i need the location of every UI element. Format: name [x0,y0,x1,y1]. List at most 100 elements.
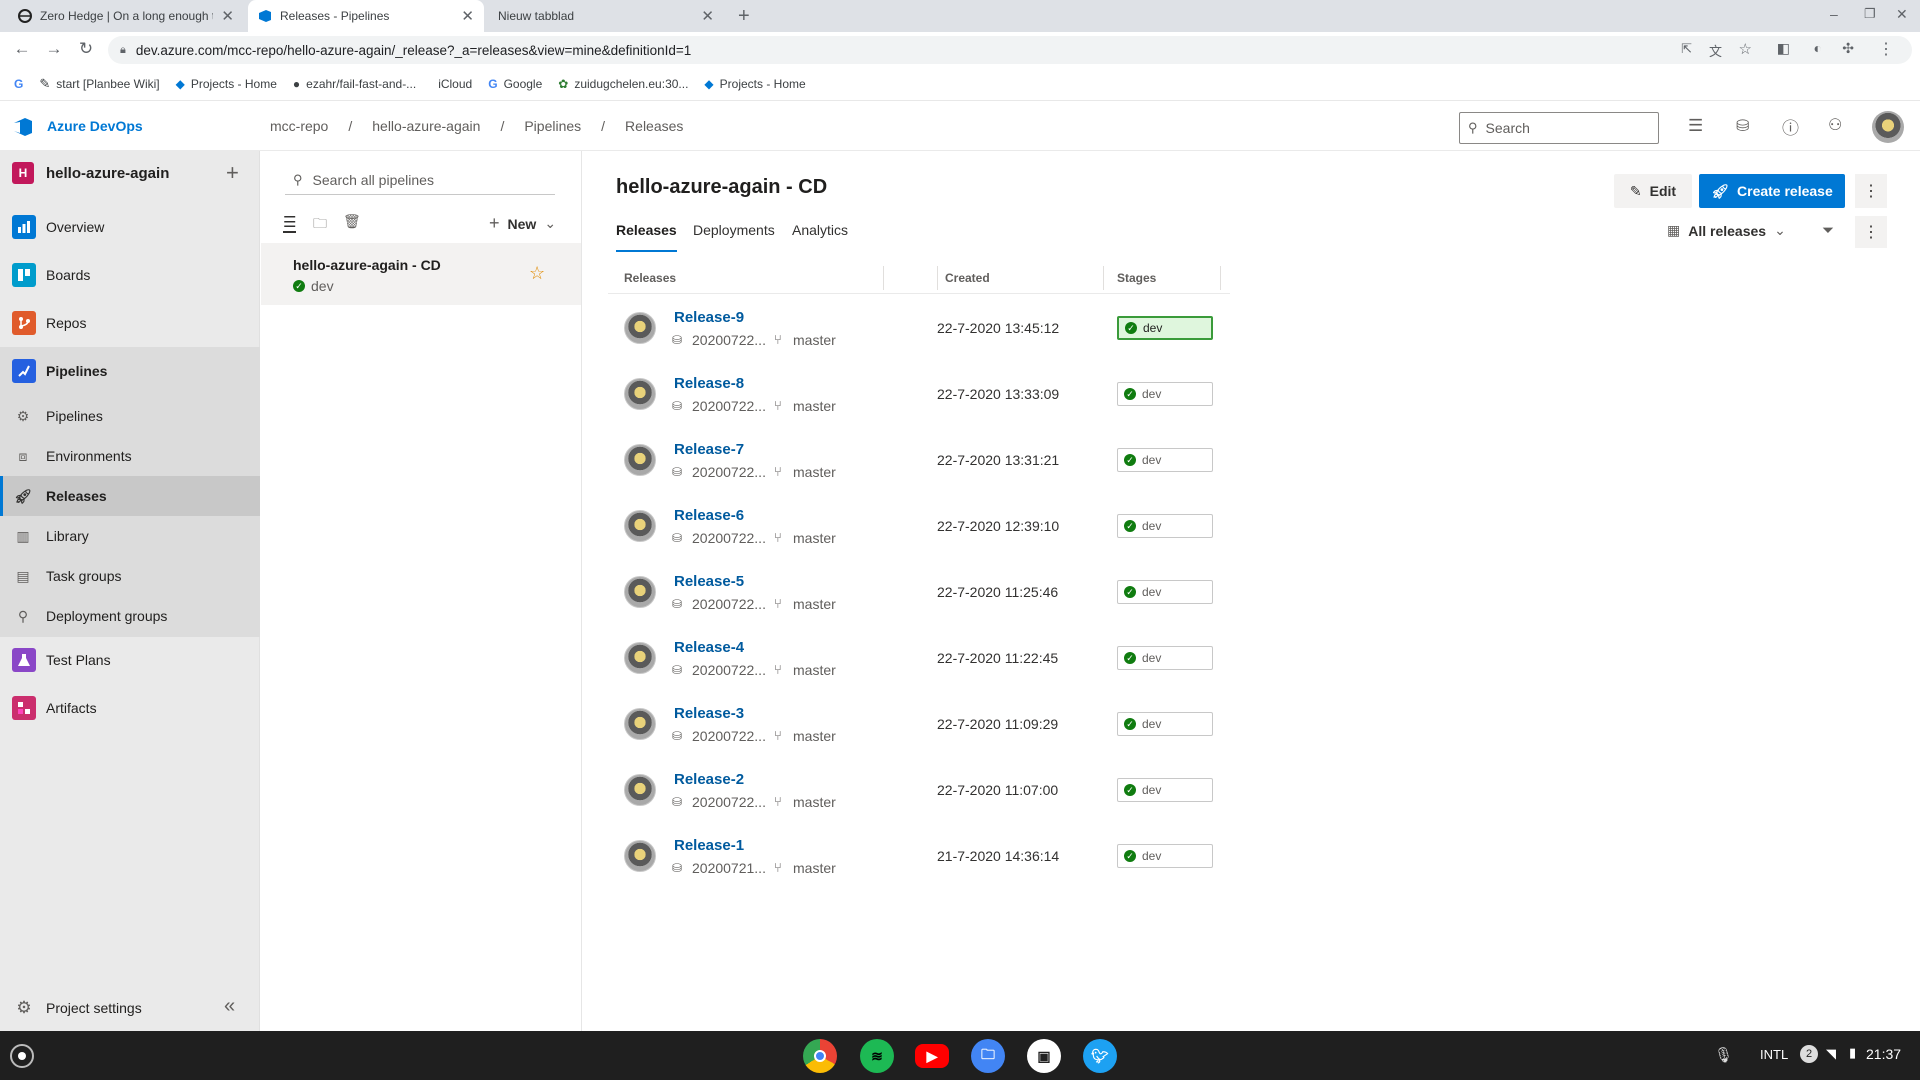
extension-icon[interactable]: ◧ [1777,40,1790,57]
stage-badge[interactable]: ✓ dev [1117,580,1213,604]
release-name-link[interactable]: Release-3 [674,705,744,722]
project-name[interactable]: hello-azure-again [46,165,169,182]
favorite-star-icon[interactable]: ☆ [529,263,545,284]
bookmark-item[interactable]: ● ezahr/fail-fast-and-... [293,77,416,91]
launcher-icon[interactable] [10,1044,34,1068]
collapse-sidebar-icon[interactable]: « [224,995,235,1018]
release-name-link[interactable]: Release-6 [674,507,744,524]
release-name-link[interactable]: Release-4 [674,639,744,656]
minimize-window-icon[interactable]: – [1830,6,1838,22]
translate-icon[interactable]: 文 [1709,41,1722,60]
browser-tab[interactable]: Zero Hedge | On a long enough t ✕ [8,0,244,32]
close-tab-icon[interactable]: ✕ [701,7,714,25]
pipeline-list-item[interactable]: hello-azure-again - CD ✓ dev ☆ [261,243,581,305]
sidebar-subitem-environments[interactable]: ⧈ Environments [0,436,260,476]
bookmark-item[interactable]: iCloud [432,77,472,91]
sidebar-item-overview[interactable]: Overview [0,207,260,247]
maximize-window-icon[interactable]: ❐ [1864,6,1876,22]
sidebar-subitem-deployment-groups[interactable]: ⚲ Deployment groups [0,596,260,636]
stage-badge[interactable]: ✓ dev [1117,778,1213,802]
forward-icon[interactable]: → [38,39,70,59]
breadcrumb-pipelines[interactable]: Pipelines [524,118,581,134]
stage-badge[interactable]: ✓ dev [1117,514,1213,538]
twitter-icon[interactable]: 🐦︎ [1083,1039,1117,1073]
bookmark-item[interactable]: ✿ zuidugchelen.eu:30... [558,77,688,91]
app-icon[interactable]: ▣ [1027,1039,1061,1073]
sidebar-subitem-library[interactable]: ▥ Library [0,516,260,556]
sidebar-item-pipelines[interactable]: Pipelines [0,351,260,391]
close-tab-icon[interactable]: ✕ [221,7,234,25]
breadcrumb-project[interactable]: hello-azure-again [372,118,480,134]
tab-deployments[interactable]: Deployments [693,222,775,238]
microphone-icon[interactable]: 🎙︎ [1714,1046,1733,1064]
close-tab-icon[interactable]: ✕ [461,7,474,25]
stage-badge[interactable]: ✓ dev [1117,844,1213,868]
help-icon[interactable]: ⓘ [1782,114,1799,139]
release-name-link[interactable]: Release-7 [674,441,744,458]
chrome-icon[interactable] [803,1039,837,1073]
sidebar-subitem-releases[interactable]: 🚀︎ Releases [0,476,260,516]
tab-releases[interactable]: Releases [616,222,677,252]
open-in-app-icon[interactable]: ⇱ [1681,41,1692,57]
close-window-icon[interactable]: ✕ [1896,6,1908,23]
bookmark-item[interactable]: ◆ Projects - Home [176,77,277,91]
bookmark-item[interactable]: ◆ Projects - Home [704,77,805,91]
stage-badge[interactable]: ✓ dev [1117,382,1213,406]
delete-icon[interactable]: 🗑︎ [343,213,361,230]
edit-button[interactable]: ✎ Edit [1614,174,1692,208]
folder-view-icon[interactable]: 🗀︎ [313,213,327,237]
new-pipeline-button[interactable]: + New ⌄ [489,213,556,234]
search-box[interactable]: ⚲ Search [1459,112,1659,144]
battery-icon[interactable]: ▮ [1849,1045,1856,1061]
sidebar-item-test-plans[interactable]: Test Plans [0,640,260,680]
spotify-icon[interactable]: ≋ [860,1039,894,1073]
user-settings-icon[interactable]: ⚇ [1828,115,1842,135]
files-icon[interactable]: 🗀︎ [971,1039,1005,1073]
sidebar-item-repos[interactable]: Repos [0,303,260,343]
sidebar-subitem-pipelines[interactable]: ⚙ Pipelines [0,396,260,436]
column-header-stages[interactable]: Stages [1117,271,1156,285]
bookmark-item[interactable]: G Google [488,77,542,91]
list-view-icon[interactable]: ☰ [283,213,297,233]
browser-tab-active[interactable]: Releases - Pipelines ✕ [248,0,484,32]
marketplace-icon[interactable]: ⛁ [1736,116,1749,136]
stage-badge[interactable]: ✓ dev [1117,448,1213,472]
youtube-icon[interactable]: ▶ [915,1044,949,1068]
wifi-icon[interactable]: ◥ [1826,1046,1836,1062]
azure-devops-logo-icon[interactable] [12,116,34,141]
browser-tab[interactable]: Nieuw tabblad ✕ [488,0,724,32]
project-settings-link[interactable]: ⚙ Project settings [0,988,260,1028]
view-selector[interactable]: ▦ All releases ⌄ [1667,222,1786,239]
tab-analytics[interactable]: Analytics [792,222,848,238]
release-name-link[interactable]: Release-2 [674,771,744,788]
sidebar-subitem-task-groups[interactable]: ▤ Task groups [0,556,260,596]
stage-badge[interactable]: ✓ dev [1117,646,1213,670]
release-name-link[interactable]: Release-1 [674,837,744,854]
project-avatar[interactable]: H [12,162,34,184]
keyboard-locale[interactable]: INTL [1760,1047,1788,1062]
sidebar-item-artifacts[interactable]: Artifacts [0,688,260,728]
column-header-created[interactable]: Created [937,271,990,285]
back-icon[interactable]: ← [6,39,38,59]
release-name-link[interactable]: Release-9 [674,309,744,326]
bookmark-item[interactable]: ✎ start [Planbee Wiki] [39,76,159,92]
user-avatar[interactable] [1872,111,1904,143]
sidebar-item-boards[interactable]: Boards [0,255,260,295]
breadcrumb-releases[interactable]: Releases [625,118,683,134]
bookmark-star-icon[interactable]: ☆ [1739,40,1752,58]
more-actions-icon[interactable]: ⋮ [1855,174,1887,208]
filter-icon[interactable]: ⏷ [1822,222,1834,239]
release-name-link[interactable]: Release-8 [674,375,744,392]
create-release-button[interactable]: 🚀︎ Create release [1699,174,1845,208]
puzzle-icon[interactable]: ✣ [1842,40,1854,57]
bookmark-google[interactable]: G [14,77,23,91]
add-icon[interactable]: + [226,160,239,186]
column-header-releases[interactable]: Releases [624,271,676,285]
breadcrumb-org[interactable]: mcc-repo [270,118,328,134]
clock[interactable]: 21:37 [1866,1046,1901,1062]
more-options-icon[interactable]: ⋮ [1855,216,1887,248]
pipeline-search-input[interactable]: ⚲ Search all pipelines [285,165,555,195]
release-name-link[interactable]: Release-5 [674,573,744,590]
browser-menu-icon[interactable]: ⋮ [1878,39,1894,59]
address-bar[interactable]: 🔒︎ dev.azure.com/mcc-repo/hello-azure-ag… [108,36,1912,64]
